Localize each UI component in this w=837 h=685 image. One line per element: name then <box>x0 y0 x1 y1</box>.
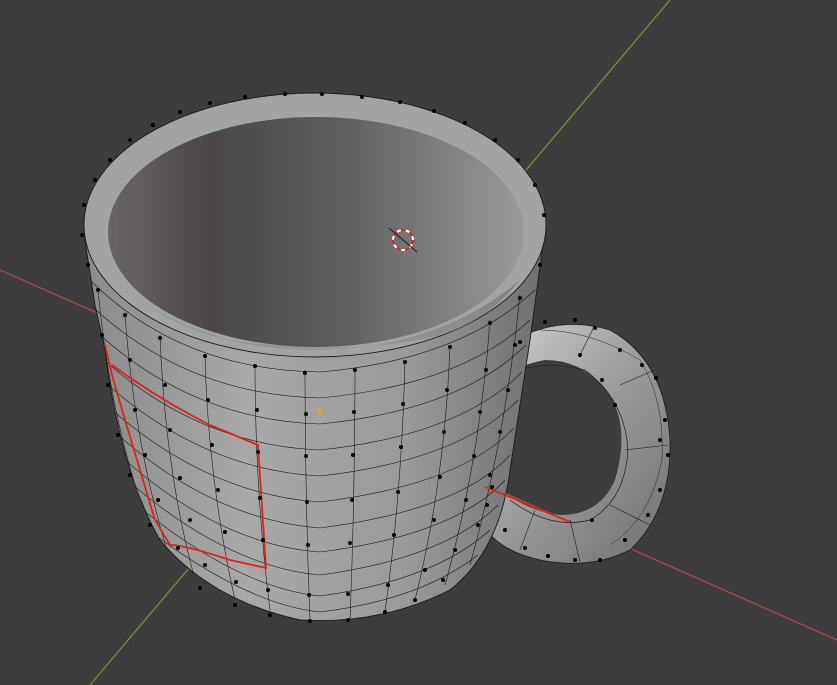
mug-rim[interactable] <box>83 92 547 358</box>
mug-interior <box>108 117 524 347</box>
viewport-canvas[interactable] <box>0 0 837 685</box>
3d-viewport[interactable] <box>0 0 837 685</box>
object-origin-icon <box>317 408 323 414</box>
